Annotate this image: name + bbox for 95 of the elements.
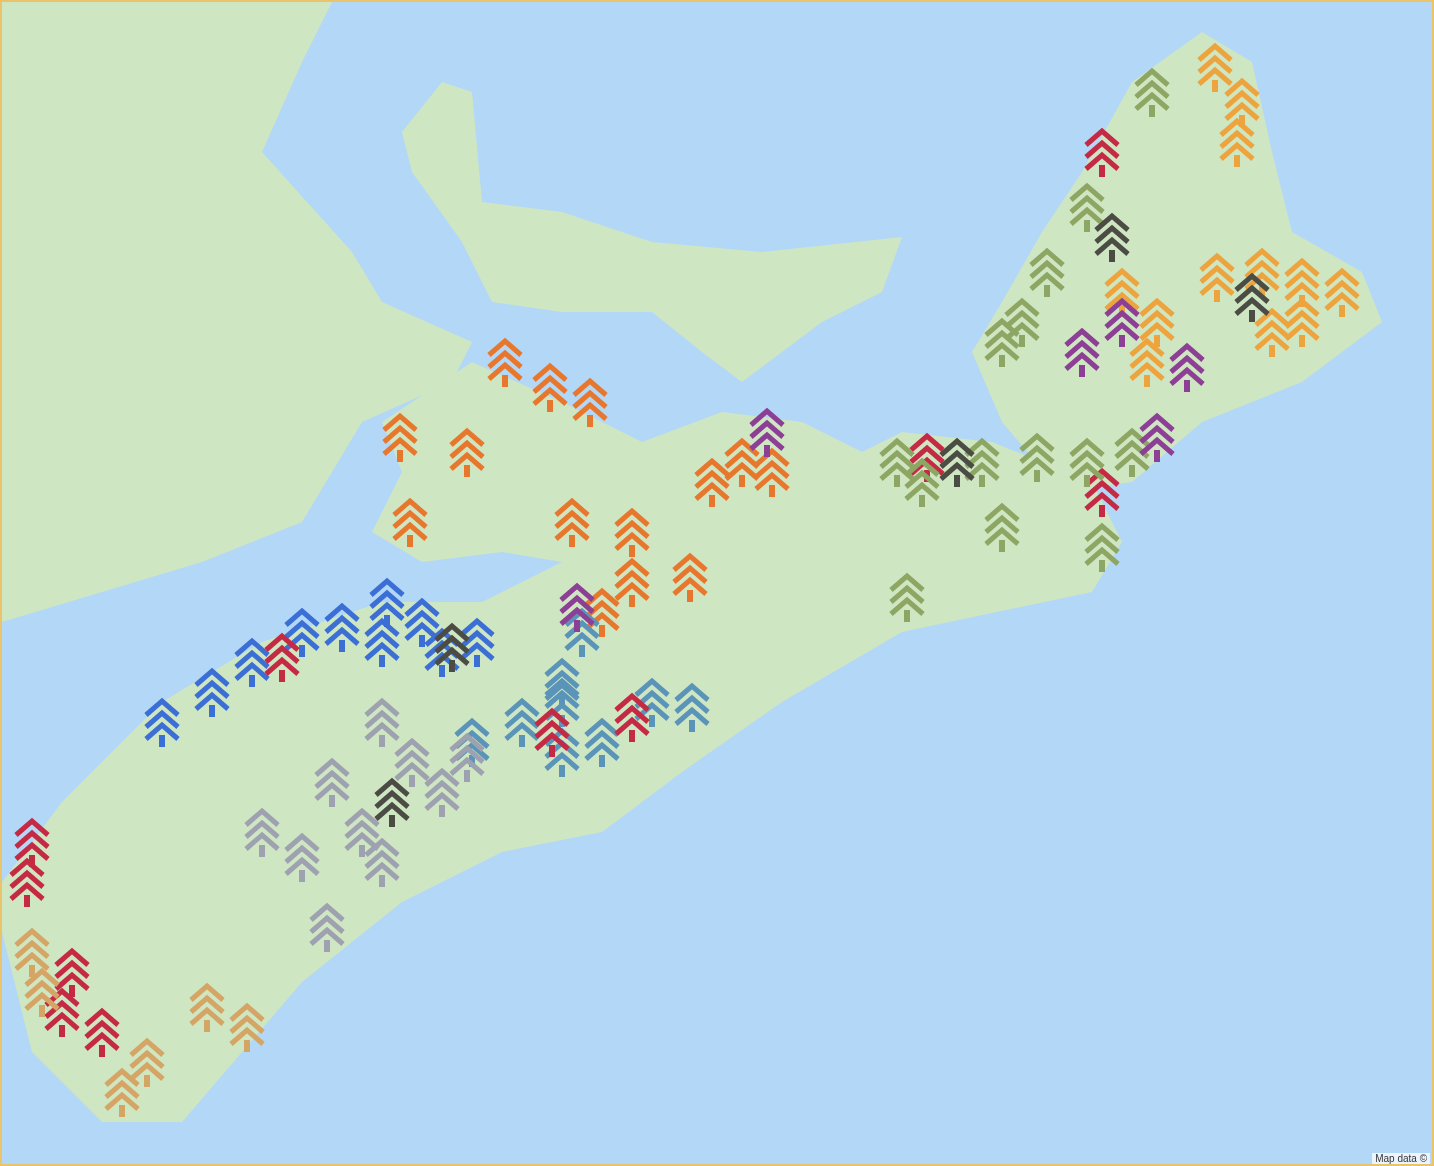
tree-marker-icon[interactable] xyxy=(232,637,272,687)
tree-marker-icon[interactable] xyxy=(1197,252,1237,302)
tree-marker-icon[interactable] xyxy=(672,682,712,732)
tree-marker-icon[interactable] xyxy=(612,557,652,607)
tree-marker-icon[interactable] xyxy=(1137,297,1177,347)
tree-marker-icon[interactable] xyxy=(562,607,602,657)
tree-marker-icon[interactable] xyxy=(1167,342,1207,392)
tree-marker-icon[interactable] xyxy=(1217,117,1257,167)
tree-marker-icon[interactable] xyxy=(1082,127,1122,177)
tree-marker-icon[interactable] xyxy=(502,697,542,747)
tree-marker-icon[interactable] xyxy=(367,577,407,627)
tree-marker-icon[interactable] xyxy=(877,437,917,487)
tree-marker-icon[interactable] xyxy=(1282,297,1322,347)
tree-marker-icon[interactable] xyxy=(1027,247,1067,297)
tree-marker-icon[interactable] xyxy=(747,407,787,457)
tree-marker-icon[interactable] xyxy=(582,717,622,767)
tree-marker-icon[interactable] xyxy=(1067,182,1107,232)
tree-marker-icon[interactable] xyxy=(447,427,487,477)
tree-marker-icon[interactable] xyxy=(342,807,382,857)
tree-marker-icon[interactable] xyxy=(187,982,227,1032)
tree-marker-icon[interactable] xyxy=(422,627,462,677)
tree-marker-icon[interactable] xyxy=(1112,427,1152,477)
tree-marker-icon[interactable] xyxy=(1062,327,1102,377)
tree-marker-icon[interactable] xyxy=(1082,522,1122,572)
tree-marker-icon[interactable] xyxy=(485,337,525,387)
tree-marker-icon[interactable] xyxy=(362,697,402,747)
tree-marker-icon[interactable] xyxy=(422,767,462,817)
tree-marker-icon[interactable] xyxy=(1092,212,1132,262)
map-attribution: Map data © xyxy=(1372,1153,1430,1164)
tree-marker-icon[interactable] xyxy=(242,807,282,857)
tree-marker-icon[interactable] xyxy=(1132,67,1172,117)
tree-marker-icon[interactable] xyxy=(1242,247,1282,297)
tree-marker-icon[interactable] xyxy=(1137,412,1177,462)
tree-marker-icon[interactable] xyxy=(982,502,1022,552)
tree-marker-icon[interactable] xyxy=(402,597,442,647)
tree-marker-icon[interactable] xyxy=(262,632,302,682)
tree-marker-icon[interactable] xyxy=(632,677,672,727)
tree-marker-icon[interactable] xyxy=(12,817,52,867)
tree-marker-icon[interactable] xyxy=(552,497,592,547)
tree-marker-icon[interactable] xyxy=(902,457,942,507)
tree-marker-icon[interactable] xyxy=(447,732,487,782)
tree-marker-icon[interactable] xyxy=(612,692,652,742)
tree-marker-icon[interactable] xyxy=(1082,467,1122,517)
tree-marker-icon[interactable] xyxy=(42,987,82,1037)
tree-marker-icon[interactable] xyxy=(937,437,977,487)
tree-marker-icon[interactable] xyxy=(372,777,412,827)
tree-marker-icon[interactable] xyxy=(142,697,182,747)
tree-marker-icon[interactable] xyxy=(390,497,430,547)
tree-marker-icon[interactable] xyxy=(52,947,92,997)
tree-marker-icon[interactable] xyxy=(722,437,762,487)
tree-marker-icon[interactable] xyxy=(1222,77,1262,127)
tree-marker-icon[interactable] xyxy=(542,677,582,727)
tree-marker-icon[interactable] xyxy=(907,432,947,482)
tree-marker-icon[interactable] xyxy=(1322,267,1362,317)
tree-marker-icon[interactable] xyxy=(570,377,610,427)
tree-marker-icon[interactable] xyxy=(692,457,732,507)
tree-marker-icon[interactable] xyxy=(1232,272,1272,322)
tree-marker-icon[interactable] xyxy=(1017,432,1057,482)
tree-marker-icon[interactable] xyxy=(312,757,352,807)
tree-marker-icon[interactable] xyxy=(752,447,792,497)
tree-marker-icon[interactable] xyxy=(127,1037,167,1087)
tree-marker-icon[interactable] xyxy=(282,832,322,882)
tree-marker-icon[interactable] xyxy=(227,1002,267,1052)
tree-marker-icon[interactable] xyxy=(557,582,597,632)
tree-marker-icon[interactable] xyxy=(982,317,1022,367)
tree-marker-icon[interactable] xyxy=(1067,437,1107,487)
tree-marker-icon[interactable] xyxy=(1102,297,1142,347)
tree-marker-icon[interactable] xyxy=(530,362,570,412)
tree-marker-icon[interactable] xyxy=(542,657,582,707)
tree-marker-icon[interactable] xyxy=(1282,257,1322,307)
tree-marker-icon[interactable] xyxy=(670,552,710,602)
tree-marker-icon[interactable] xyxy=(392,737,432,787)
tree-marker-icon[interactable] xyxy=(542,727,582,777)
tree-marker-icon[interactable] xyxy=(887,572,927,622)
tree-marker-icon[interactable] xyxy=(102,1067,142,1117)
tree-marker-icon[interactable] xyxy=(1127,337,1167,387)
tree-marker-icon[interactable] xyxy=(307,902,347,952)
tree-marker-icon[interactable] xyxy=(362,617,402,667)
tree-marker-icon[interactable] xyxy=(612,507,652,557)
tree-marker-icon[interactable] xyxy=(1002,297,1042,347)
tree-marker-icon[interactable] xyxy=(1195,42,1235,92)
tree-marker-icon[interactable] xyxy=(1252,307,1292,357)
tree-marker-icon[interactable] xyxy=(192,667,232,717)
tree-marker-icon[interactable] xyxy=(962,437,1002,487)
tree-marker-icon[interactable] xyxy=(22,967,62,1017)
tree-marker-icon[interactable] xyxy=(7,857,47,907)
tree-marker-icon[interactable] xyxy=(82,1007,122,1057)
tree-marker-icon[interactable] xyxy=(452,717,492,767)
tree-marker-icon[interactable] xyxy=(322,602,362,652)
tree-marker-icon[interactable] xyxy=(282,607,322,657)
tree-marker-icon[interactable] xyxy=(362,837,402,887)
tree-marker-icon[interactable] xyxy=(532,707,572,757)
tree-marker-icon[interactable] xyxy=(380,412,420,462)
tree-marker-icon[interactable] xyxy=(432,622,472,672)
tree-marker-icon[interactable] xyxy=(12,927,52,977)
